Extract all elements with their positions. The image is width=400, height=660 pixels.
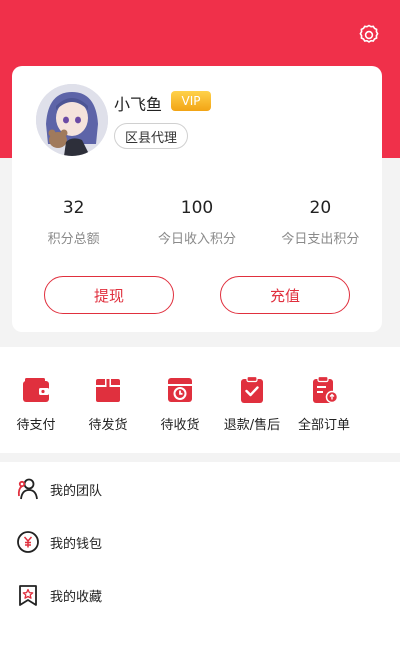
order-label: 待发货 [88, 418, 128, 433]
stat-total-points[interactable]: 32 积分总额 [12, 196, 135, 247]
order-label: 待支付 [16, 418, 56, 433]
recharge-button[interactable]: 充值 [220, 276, 350, 314]
points-stats: 32 积分总额 100 今日收入积分 20 今日支出积分 [12, 196, 382, 247]
wallet-icon [20, 374, 52, 406]
stat-label: 今日支出积分 [281, 232, 360, 247]
vip-badge: VIP [171, 91, 211, 111]
order-all[interactable]: 全部订单 [288, 374, 360, 453]
stat-today-expense[interactable]: 20 今日支出积分 [259, 196, 382, 247]
order-label: 全部订单 [297, 418, 350, 433]
order-pending-shipment[interactable]: 待发货 [72, 374, 144, 453]
settings-button[interactable] [356, 22, 382, 48]
yuan-wallet-icon [16, 530, 40, 554]
order-shortcuts: 待支付 待发货 待收货 退款/售后 全部订单 [0, 347, 400, 453]
menu-label: 我的团队 [50, 483, 103, 499]
stat-value: 32 [62, 198, 85, 218]
stat-label: 积分总额 [47, 232, 100, 247]
stat-label: 今日收入积分 [157, 232, 236, 247]
order-pending-receipt[interactable]: 待收货 [144, 374, 216, 453]
gear-icon [359, 24, 379, 43]
team-icon [16, 477, 40, 501]
order-label: 待收货 [160, 418, 200, 433]
stat-value: 100 [180, 198, 214, 218]
withdraw-button[interactable]: 提现 [44, 276, 174, 314]
level-tag: 区县代理 [114, 123, 189, 149]
avatar[interactable] [36, 84, 108, 156]
menu-item-my-wallet[interactable]: 我的钱包 [0, 516, 400, 568]
order-label: 退款/售后 [223, 418, 281, 433]
order-refund-aftersale[interactable]: 退款/售后 [216, 374, 288, 453]
menu-item-my-team[interactable]: 我的团队 [0, 463, 400, 515]
order-pending-payment[interactable]: 待支付 [0, 374, 72, 453]
clock-box-icon [164, 374, 196, 406]
order-list-icon [308, 374, 340, 406]
menu-label: 我的钱包 [50, 536, 103, 552]
clipboard-check-icon [236, 374, 268, 406]
stat-today-income[interactable]: 100 今日收入积分 [135, 196, 258, 247]
user-name: 小飞鱼 [114, 95, 163, 114]
menu-list: 我的团队 我的钱包 我的收藏 [0, 462, 400, 660]
profile-card: 小飞鱼 VIP 区县代理 32 积分总额 100 今日收入积分 20 今日支出积… [12, 66, 382, 332]
menu-label: 我的收藏 [50, 589, 103, 605]
menu-item-my-favorites[interactable]: 我的收藏 [0, 569, 400, 621]
star-bookmark-icon [16, 583, 40, 607]
stat-value: 20 [309, 198, 332, 218]
package-icon [92, 374, 124, 406]
